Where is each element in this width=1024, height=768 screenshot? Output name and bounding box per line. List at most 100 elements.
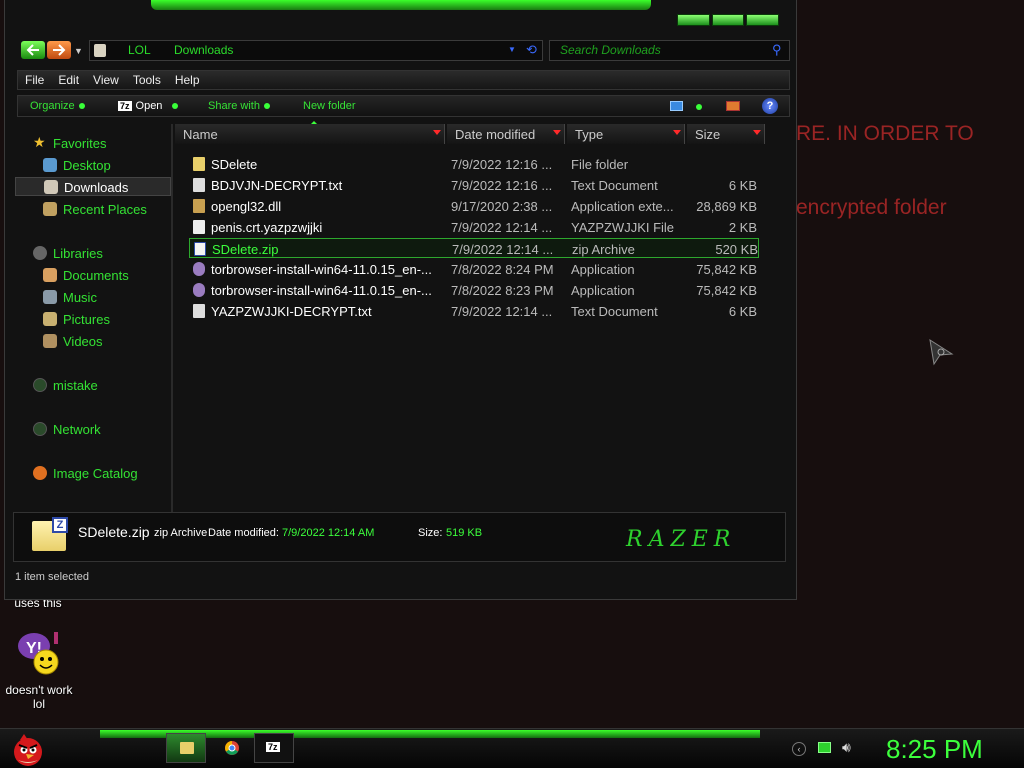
taskbar-chrome-button[interactable] bbox=[212, 733, 252, 763]
taskbar-7zip-button[interactable]: 7z bbox=[254, 733, 294, 763]
window-controls bbox=[677, 14, 780, 26]
table-row[interactable]: YAZPZWJJKI-DECRYPT.txt 7/9/2022 12:14 ...… bbox=[189, 301, 759, 321]
sidebar-item-recent-places[interactable]: Recent Places bbox=[15, 200, 171, 219]
maximize-button[interactable] bbox=[711, 14, 745, 26]
7zip-icon: 7z bbox=[266, 742, 280, 752]
address-bar[interactable]: LOL Downloads ▼ ⟲ bbox=[89, 40, 543, 61]
menu-help[interactable]: Help bbox=[168, 71, 207, 89]
minimize-button[interactable] bbox=[677, 14, 710, 26]
sidebar-item-mistake[interactable]: mistake bbox=[15, 376, 171, 395]
view-dropdown-icon[interactable] bbox=[696, 104, 702, 110]
sidebar-item-image-catalog[interactable]: Image Catalog bbox=[15, 464, 171, 483]
table-row[interactable]: penis.crt.yazpzwjjki 7/9/2022 12:14 ... YA… bbox=[189, 217, 759, 237]
organize-button[interactable]: Organize bbox=[30, 100, 85, 112]
tray-arrow-icon[interactable]: ‹ bbox=[792, 742, 806, 756]
close-button[interactable] bbox=[746, 14, 780, 26]
help-icon[interactable]: ? bbox=[762, 98, 778, 114]
address-dropdown-icon[interactable]: ▼ bbox=[508, 45, 516, 54]
table-row[interactable]: opengl32.dll 9/17/2020 2:38 ... Applicatio… bbox=[189, 196, 759, 216]
table-row[interactable]: SDelete 7/9/2022 12:16 ... File folder bbox=[189, 154, 759, 174]
forward-arrow-icon bbox=[53, 44, 66, 56]
column-date-filter-icon[interactable] bbox=[553, 130, 561, 135]
column-header-name[interactable]: Name bbox=[175, 124, 445, 144]
details-file-name: SDelete.zip bbox=[78, 524, 150, 540]
pane-splitter[interactable] bbox=[171, 124, 173, 514]
file-date: 7/9/2022 12:14 ... bbox=[451, 304, 553, 319]
file-type: File folder bbox=[571, 157, 629, 172]
sidebar-item-favorites[interactable]: ★ Favorites bbox=[15, 134, 171, 153]
action-center-icon[interactable] bbox=[818, 742, 831, 753]
share-with-button[interactable]: Share with bbox=[208, 100, 270, 112]
file-date: 7/8/2022 8:24 PM bbox=[451, 262, 554, 277]
menu-bar: File Edit View Tools Help bbox=[17, 70, 790, 90]
details-date-value: 7/9/2022 12:14 AM bbox=[282, 527, 375, 539]
breadcrumb-lol[interactable]: LOL bbox=[128, 43, 151, 57]
table-row[interactable]: BDJVJN-DECRYPT.txt 7/9/2022 12:16 ... Text… bbox=[189, 175, 759, 195]
explorer-window: ▼ LOL Downloads ▼ ⟲ Search Downloads ⚲ F… bbox=[4, 0, 797, 600]
file-date: 7/8/2022 8:23 PM bbox=[451, 283, 554, 298]
file-size: 28,869 KB bbox=[696, 199, 757, 214]
column-name-filter-icon[interactable] bbox=[433, 130, 441, 135]
file-date: 9/17/2020 2:38 ... bbox=[451, 199, 553, 214]
breadcrumb-downloads[interactable]: Downloads bbox=[174, 43, 233, 57]
cursor-icon bbox=[929, 338, 954, 366]
column-type-filter-icon[interactable] bbox=[673, 130, 681, 135]
sidebar-item-network[interactable]: Network bbox=[15, 420, 171, 439]
sidebar-item-desktop[interactable]: Desktop bbox=[15, 156, 171, 175]
folder-icon bbox=[180, 742, 194, 754]
computer-icon bbox=[33, 378, 47, 392]
start-button[interactable] bbox=[8, 728, 48, 768]
forward-button[interactable] bbox=[47, 41, 71, 59]
back-button[interactable] bbox=[21, 41, 45, 59]
column-header-size[interactable]: Size bbox=[687, 124, 765, 144]
details-pane: Z SDelete.zip zip Archive Date modified:… bbox=[13, 512, 786, 562]
sidebar-label: Favorites bbox=[53, 136, 107, 151]
new-folder-button[interactable]: New folder bbox=[303, 100, 356, 112]
organize-label: Organize bbox=[30, 100, 75, 112]
taskbar-explorer-button[interactable] bbox=[166, 733, 206, 763]
yahoo-messenger-desktop-icon[interactable]: Y! bbox=[14, 630, 64, 676]
view-options-icon[interactable] bbox=[670, 101, 683, 111]
column-size-filter-icon[interactable] bbox=[753, 130, 761, 135]
column-header-type[interactable]: Type bbox=[567, 124, 685, 144]
sidebar-label: Pictures bbox=[63, 312, 110, 327]
search-placeholder: Search Downloads bbox=[560, 43, 661, 57]
sidebar-item-documents[interactable]: Documents bbox=[15, 266, 171, 285]
file-date: 7/9/2022 12:16 ... bbox=[451, 178, 553, 193]
sidebar-label: Documents bbox=[63, 268, 129, 283]
open-button[interactable]: 7z Open bbox=[118, 100, 179, 112]
new-folder-label: New folder bbox=[303, 100, 356, 112]
file-icon bbox=[193, 220, 205, 234]
sidebar-item-videos[interactable]: Videos bbox=[15, 332, 171, 351]
menu-file[interactable]: File bbox=[18, 71, 51, 89]
menu-edit[interactable]: Edit bbox=[51, 71, 86, 89]
recent-pages-dropdown[interactable]: ▼ bbox=[74, 46, 83, 56]
sidebar-item-libraries[interactable]: Libraries bbox=[15, 244, 171, 263]
table-row[interactable]: torbrowser-install-win64-11.0.15_en-... 7… bbox=[189, 280, 759, 300]
volume-icon[interactable]: 🔊︎ bbox=[842, 739, 851, 756]
file-type: Text Document bbox=[571, 304, 658, 319]
sidebar-label: Music bbox=[63, 290, 97, 305]
sidebar-item-downloads[interactable]: Downloads bbox=[15, 177, 171, 196]
file-date: 7/9/2022 12:14 ... bbox=[452, 242, 554, 257]
sidebar-label: Recent Places bbox=[63, 202, 147, 217]
pictures-icon bbox=[43, 312, 57, 326]
videos-icon bbox=[43, 334, 57, 348]
file-name: SDelete bbox=[211, 157, 258, 172]
menu-view[interactable]: View bbox=[86, 71, 126, 89]
sidebar-item-pictures[interactable]: Pictures bbox=[15, 310, 171, 329]
menu-tools[interactable]: Tools bbox=[126, 71, 168, 89]
file-name: YAZPZWJJKI-DECRYPT.txt bbox=[211, 304, 372, 319]
table-row[interactable]: torbrowser-install-win64-11.0.15_en-... 7… bbox=[189, 259, 759, 279]
status-text: 1 item selected bbox=[15, 571, 89, 583]
search-icon[interactable]: ⚲ bbox=[772, 42, 782, 58]
refresh-icon[interactable]: ⟲ bbox=[526, 42, 537, 58]
column-header-date[interactable]: Date modified bbox=[447, 124, 565, 144]
table-row-selected[interactable]: SDelete.zip 7/9/2022 12:14 ... zip Archive… bbox=[189, 238, 759, 258]
sidebar-item-music[interactable]: Music bbox=[15, 288, 171, 307]
preview-pane-icon[interactable] bbox=[726, 101, 740, 111]
file-type: Application exte... bbox=[571, 199, 674, 214]
taskbar-clock[interactable]: 8:25 PM bbox=[886, 734, 983, 765]
search-input[interactable]: Search Downloads ⚲ bbox=[549, 40, 790, 61]
navigation-pane: ★ Favorites Desktop Downloads Recent Pla… bbox=[15, 124, 173, 514]
